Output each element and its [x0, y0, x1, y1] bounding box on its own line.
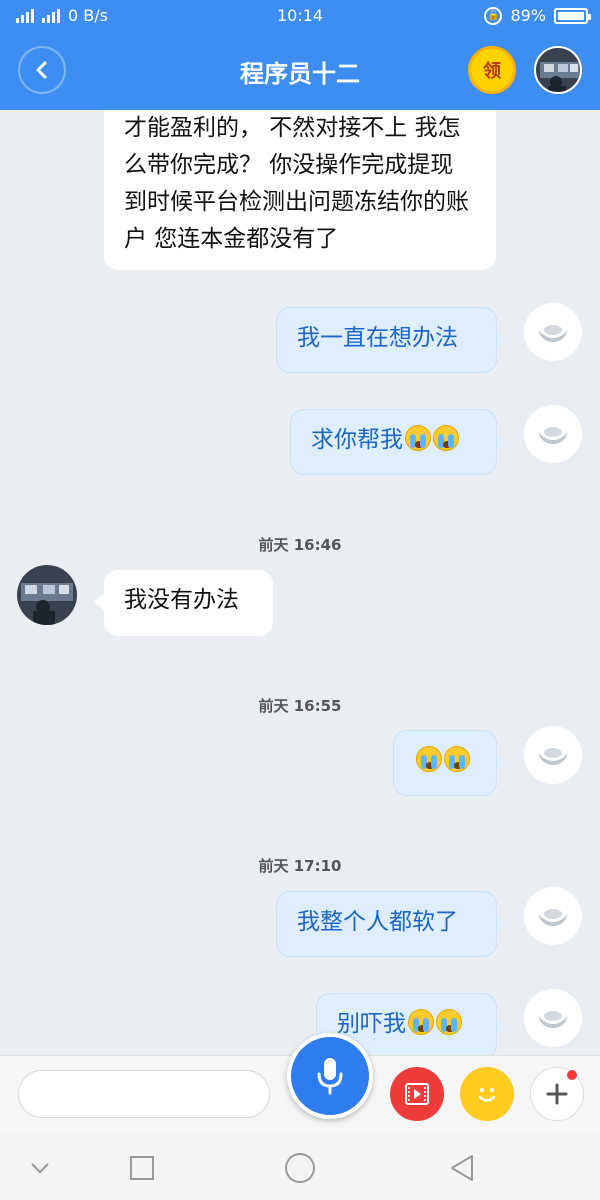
- bubble-tail: [497, 1018, 507, 1034]
- clock: 10:14: [276, 6, 324, 25]
- nav-recents-button[interactable]: [122, 1148, 162, 1188]
- chat-area[interactable]: 才能盈利的， 不然对接不上 我怎么带你完成？ 你没操作完成提现 到时候平台检测出…: [0, 110, 600, 1055]
- my-avatar[interactable]: [524, 989, 582, 1047]
- my-avatar[interactable]: [524, 726, 582, 784]
- message-bubble-left[interactable]: 我没有办法: [104, 570, 273, 636]
- chevron-left-icon: [36, 61, 47, 79]
- message-text: 我一直在想办法: [297, 325, 458, 351]
- ingot-avatar-icon: [538, 748, 568, 765]
- message-bubble-right[interactable]: 求你帮我: [290, 409, 497, 475]
- crying-emoji-icon: [408, 1009, 434, 1035]
- crying-emoji-icon: [433, 425, 459, 451]
- top-bar: 0 B/s 10:14 🔒 89% 程序员十二 领: [0, 0, 600, 110]
- battery-icon: [554, 7, 591, 24]
- contact-avatar[interactable]: [534, 46, 582, 94]
- triangle-back-icon: [451, 1155, 473, 1181]
- my-avatar[interactable]: [524, 405, 582, 463]
- circle-icon: [285, 1153, 315, 1183]
- message-text: 求你帮我: [311, 427, 403, 453]
- bubble-tail: [497, 916, 507, 932]
- more-button[interactable]: [530, 1067, 584, 1121]
- bubble-tail: [497, 755, 507, 771]
- bubble-tail: [497, 332, 507, 348]
- message-bubble-right[interactable]: 我一直在想办法: [276, 307, 497, 373]
- avatar-photo: [17, 565, 77, 625]
- voice-record-button[interactable]: [287, 1033, 373, 1119]
- battery-percent: 89%: [510, 6, 546, 25]
- coupon-badge-button[interactable]: 领: [468, 46, 516, 94]
- message-input[interactable]: [18, 1070, 270, 1118]
- video-button[interactable]: [390, 1067, 444, 1121]
- square-icon: [130, 1156, 154, 1180]
- system-nav-bar: [0, 1132, 600, 1200]
- coupon-badge-label: 领: [483, 61, 501, 82]
- back-button[interactable]: [18, 46, 66, 94]
- contact-avatar[interactable]: [17, 565, 77, 625]
- plus-icon: [546, 1083, 568, 1105]
- bubble-tail: [94, 594, 104, 610]
- ingot-avatar-icon: [538, 1011, 568, 1028]
- crying-emoji-icon: [436, 1009, 462, 1035]
- page-title: 程序员十二: [240, 60, 360, 88]
- message-bubble-right[interactable]: 我整个人都软了: [276, 891, 497, 957]
- my-avatar[interactable]: [524, 303, 582, 361]
- message-text: 我没有办法: [124, 587, 239, 613]
- smiley-icon: [478, 1088, 496, 1102]
- ingot-avatar-icon: [538, 427, 568, 444]
- crying-emoji-icon: [405, 425, 431, 451]
- status-bar: 0 B/s 10:14 🔒 89%: [0, 0, 600, 32]
- nav-home-button[interactable]: [280, 1148, 320, 1188]
- crying-emoji-icon: [444, 746, 470, 772]
- notification-dot: [567, 1070, 577, 1080]
- message-bubble-left[interactable]: 才能盈利的， 不然对接不上 我怎么带你完成？ 你没操作完成提现 到时候平台检测出…: [104, 110, 496, 270]
- timestamp: 前天 16:55: [258, 697, 342, 715]
- message-bubble-right[interactable]: [393, 730, 497, 796]
- timestamp: 前天 17:10: [258, 857, 342, 875]
- my-avatar[interactable]: [524, 887, 582, 945]
- microphone-icon: [317, 1058, 343, 1095]
- message-text: 我整个人都软了: [297, 909, 458, 935]
- ingot-avatar-icon: [538, 909, 568, 926]
- rotation-lock-icon: 🔒: [484, 6, 503, 25]
- message-text: 别吓我: [337, 1011, 406, 1037]
- crying-emoji-icon: [416, 746, 442, 772]
- emoji-button[interactable]: [460, 1067, 514, 1121]
- ingot-avatar-icon: [538, 325, 568, 342]
- bubble-tail: [497, 434, 507, 450]
- chevron-down-icon: [31, 1163, 49, 1174]
- timestamp: 前天 16:46: [258, 536, 342, 554]
- nav-hide-button[interactable]: [20, 1148, 60, 1188]
- avatar-photo: [536, 48, 580, 92]
- message-text: 才能盈利的， 不然对接不上 我怎么带你完成？ 你没操作完成提现 到时候平台检测出…: [124, 115, 469, 252]
- nav-back-button[interactable]: [442, 1148, 482, 1188]
- video-icon: [405, 1083, 429, 1105]
